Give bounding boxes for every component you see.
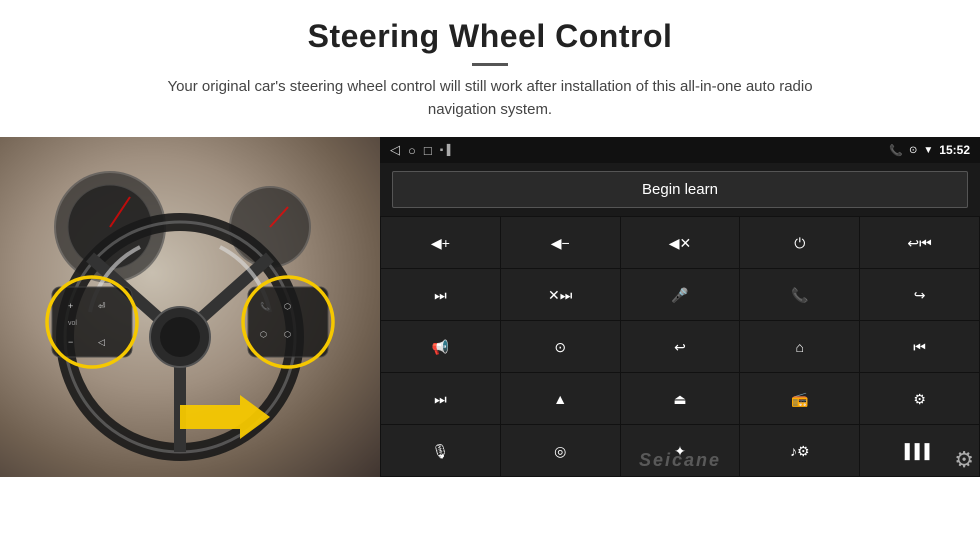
subtitle: Your original car's steering wheel contr… xyxy=(140,76,840,121)
head-unit-panel: ◁ ○ □ ▪▐ 📞 ⊙ ▼ 15:52 Begin learn ◀+ ◀− ◀✕ ⏻… xyxy=(380,137,980,477)
phone-status-icon: 📞 xyxy=(889,144,903,157)
grid-cell-phone-call-prev[interactable]: ↩⏮ xyxy=(860,217,979,268)
grid-cell-home-nav[interactable]: ⌂ xyxy=(740,321,859,372)
grid-cell-power[interactable]: ⏻ xyxy=(740,217,859,268)
phone-icon: 📞 xyxy=(791,288,808,302)
rewind-icon: ⏮ xyxy=(913,340,926,354)
vol-down-icon: ◀− xyxy=(551,236,570,250)
home-nav-icon: ⌂ xyxy=(796,340,804,354)
eject-icon: ⏏ xyxy=(673,392,686,406)
svg-text:⬡: ⬡ xyxy=(260,330,267,339)
settings-gear-icon[interactable]: ⚙ xyxy=(954,447,974,473)
sim-icon: ▪▐ xyxy=(440,145,451,156)
skip-next-icon: ⏭ xyxy=(434,288,447,302)
home-nav-icon[interactable]: ○ xyxy=(408,143,416,158)
grid-cell-360-cam[interactable]: ⊙ xyxy=(501,321,620,372)
grid-cell-navigate[interactable]: ▲ xyxy=(501,373,620,424)
grid-cell-skip-fwd[interactable]: ⏭ xyxy=(381,373,500,424)
mic-icon: 🎤 xyxy=(671,288,688,302)
360-cam-icon: ⊙ xyxy=(554,340,566,354)
status-left: ◁ ○ □ ▪▐ xyxy=(390,142,450,158)
begin-learn-row: Begin learn xyxy=(380,163,980,216)
grid-cell-skip-next[interactable]: ⏭ xyxy=(381,269,500,320)
bluetooth-icon: ✦ xyxy=(674,444,686,458)
status-time: 15:52 xyxy=(939,143,970,157)
location-icon: ⊙ xyxy=(909,145,917,156)
grid-cell-mic[interactable]: 🎤 xyxy=(621,269,740,320)
svg-text:⬡: ⬡ xyxy=(284,302,291,311)
grid-cell-bluetooth[interactable]: ✦ xyxy=(621,425,740,476)
svg-text:−: − xyxy=(68,337,73,347)
grid-cell-phone[interactable]: 📞 xyxy=(740,269,859,320)
svg-text:◁: ◁ xyxy=(98,337,105,347)
grid-cell-vol-up[interactable]: ◀+ xyxy=(381,217,500,268)
hang-up-icon: ↪ xyxy=(914,288,926,302)
back-nav-icon: ↩ xyxy=(674,340,686,354)
begin-learn-button[interactable]: Begin learn xyxy=(392,171,968,208)
back-nav-icon[interactable]: ◁ xyxy=(390,142,400,158)
navigate-icon: ▲ xyxy=(553,392,567,406)
settings2-icon: ◎ xyxy=(554,444,566,458)
spectrum-icon: ▌▌▌ xyxy=(905,444,935,458)
recents-nav-icon[interactable]: □ xyxy=(424,143,432,158)
grid-cell-radio[interactable]: 📻 xyxy=(740,373,859,424)
icon-grid: ◀+ ◀− ◀✕ ⏻ ↩⏮ ⏭ ✕⏭ 🎤 📞 ↪ 📢 ⊙ ↩ ⌂ ⏮ ⏭ ▲ ⏏ 📻 ⚙ 🎙 ◎ ✦ ♪⚙ ▌▌▌ xyxy=(380,216,980,477)
page-container: Steering Wheel Control Your original car… xyxy=(0,0,980,548)
page-title: Steering Wheel Control xyxy=(40,18,940,55)
grid-cell-back-nav[interactable]: ↩ xyxy=(621,321,740,372)
grid-cell-hang-up[interactable]: ↪ xyxy=(860,269,979,320)
radio-icon: 📻 xyxy=(791,392,808,406)
status-bar: ◁ ○ □ ▪▐ 📞 ⊙ ▼ 15:52 xyxy=(380,137,980,163)
equalizer-icon: ⚙ xyxy=(913,392,926,406)
grid-cell-ff-skip[interactable]: ✕⏭ xyxy=(501,269,620,320)
grid-cell-rewind[interactable]: ⏮ xyxy=(860,321,979,372)
svg-text:vol: vol xyxy=(68,320,77,327)
grid-cell-mic2[interactable]: 🎙 xyxy=(381,425,500,476)
vol-up-icon: ◀+ xyxy=(431,236,450,250)
power-icon: ⏻ xyxy=(794,236,805,250)
title-divider xyxy=(472,63,508,66)
speaker-icon: 📢 xyxy=(432,340,449,354)
header-section: Steering Wheel Control Your original car… xyxy=(0,0,980,131)
phone-call-prev-icon: ↩⏮ xyxy=(907,236,931,250)
svg-text:+: + xyxy=(68,301,73,311)
wifi-icon: ▼ xyxy=(923,145,933,156)
grid-cell-eject[interactable]: ⏏ xyxy=(621,373,740,424)
car-image-panel: + vol ⏎ − ◁ 📞 ⬡ ⬡ ⬡ xyxy=(0,137,380,477)
mute-icon: ◀✕ xyxy=(669,236,692,250)
svg-text:⬡: ⬡ xyxy=(284,330,291,339)
svg-text:⏎: ⏎ xyxy=(98,301,106,311)
ff-skip-icon: ✕⏭ xyxy=(548,288,572,302)
status-right: 📞 ⊙ ▼ 15:52 xyxy=(889,143,970,157)
content-row: + vol ⏎ − ◁ 📞 ⬡ ⬡ ⬡ xyxy=(0,137,980,548)
skip-fwd-icon: ⏭ xyxy=(434,392,447,406)
steering-wheel-svg: + vol ⏎ − ◁ 📞 ⬡ ⬡ ⬡ xyxy=(10,147,370,467)
grid-cell-equalizer[interactable]: ⚙ xyxy=(860,373,979,424)
svg-text:📞: 📞 xyxy=(260,301,270,311)
grid-cell-music-settings[interactable]: ♪⚙ xyxy=(740,425,859,476)
grid-cell-settings2[interactable]: ◎ xyxy=(501,425,620,476)
grid-cell-vol-down[interactable]: ◀− xyxy=(501,217,620,268)
music-settings-icon: ♪⚙ xyxy=(790,444,810,458)
grid-cell-speaker[interactable]: 📢 xyxy=(381,321,500,372)
mic2-icon: 🎙 xyxy=(432,444,450,458)
grid-cell-mute[interactable]: ◀✕ xyxy=(621,217,740,268)
